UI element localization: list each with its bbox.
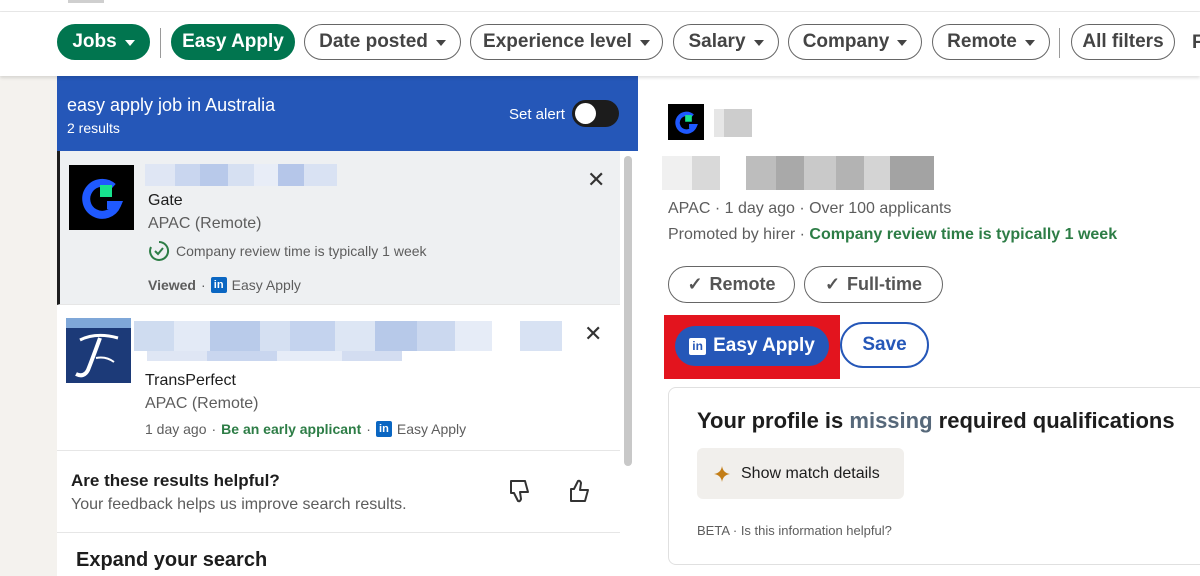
filter-easy-apply-button[interactable]: Easy Apply bbox=[171, 24, 295, 60]
review-time-note: Company review time is typically 1 week bbox=[148, 240, 427, 262]
filter-bar: Jobs Easy Apply Date posted Experience l… bbox=[0, 12, 1200, 76]
job-detail-meta: APAC · 1 day ago · Over 100 applicants bbox=[668, 200, 952, 217]
meta-separator: · bbox=[366, 421, 371, 437]
dismiss-job-button[interactable]: ✕ bbox=[584, 323, 602, 345]
toggle-knob bbox=[575, 103, 596, 124]
job-list-panel: easy apply job in Australia 2 results Se… bbox=[57, 76, 638, 576]
tag-remote: ✓ Remote bbox=[668, 266, 795, 303]
caret-down-icon bbox=[124, 40, 135, 46]
linkedin-icon: in bbox=[375, 421, 392, 437]
filter-label: Easy Apply bbox=[182, 31, 284, 52]
easy-apply-tag: Easy Apply bbox=[396, 421, 467, 437]
job-meta: Viewed · in Easy Apply bbox=[148, 277, 301, 293]
filter-experience-level-button[interactable]: Experience level bbox=[470, 24, 663, 60]
early-applicant-note: Be an early applicant bbox=[221, 421, 362, 437]
expand-search-title: Expand your search bbox=[76, 549, 268, 571]
caret-down-icon bbox=[897, 40, 908, 46]
caret-down-icon bbox=[1024, 40, 1035, 46]
save-button[interactable]: Save bbox=[840, 322, 929, 368]
check-circle-icon bbox=[149, 240, 170, 261]
job-meta: 1 day ago · Be an early applicant · in E… bbox=[145, 421, 466, 437]
filter-label: Company bbox=[802, 31, 890, 52]
beta-feedback[interactable]: BETA · Is this information helpful? bbox=[697, 523, 892, 538]
redacted-job-subtitle bbox=[147, 351, 402, 361]
company-logo bbox=[668, 104, 704, 140]
filter-label: Jobs bbox=[72, 31, 117, 52]
redacted-company-name bbox=[714, 109, 752, 137]
tag-label: Remote bbox=[709, 274, 776, 294]
redacted-job-title bbox=[134, 321, 562, 351]
redacted-job-title bbox=[662, 156, 934, 190]
filter-salary-button[interactable]: Salary bbox=[673, 24, 779, 60]
job-card-gate[interactable]: Gate APAC (Remote) Company review time i… bbox=[57, 151, 620, 305]
results-feedback: Are these results helpful? Your feedback… bbox=[57, 451, 620, 533]
results-count: 2 results bbox=[67, 120, 120, 136]
all-filters-button[interactable]: All filters bbox=[1071, 24, 1175, 60]
review-time-note: Company review time is typically 1 week bbox=[809, 226, 1118, 243]
transperfect-logo bbox=[66, 318, 131, 383]
sparkle-icon bbox=[714, 465, 730, 482]
job-detail-panel: APAC · 1 day ago · Over 100 applicants P… bbox=[638, 76, 1200, 576]
tag-full-time: ✓ Full-time bbox=[804, 266, 943, 303]
thumbs-down-icon[interactable] bbox=[505, 477, 533, 505]
posted-time: 1 day ago bbox=[145, 421, 207, 437]
caret-down-icon bbox=[435, 40, 446, 46]
filter-divider bbox=[160, 28, 161, 58]
set-alert-label: Set alert bbox=[509, 106, 565, 123]
feedback-subtitle: Your feedback helps us improve search re… bbox=[71, 496, 407, 513]
promoted-line: Promoted by hirer · Company review time … bbox=[668, 226, 1117, 244]
company-name: TransPerfect bbox=[145, 372, 236, 389]
match-details-label: Show match details bbox=[741, 464, 880, 482]
filter-jobs-button[interactable]: Jobs bbox=[57, 24, 150, 60]
filter-company-button[interactable]: Company bbox=[788, 24, 922, 60]
linkedin-icon: in bbox=[689, 337, 707, 355]
caret-down-icon bbox=[639, 40, 650, 46]
easy-apply-button[interactable]: in Easy Apply bbox=[675, 326, 829, 366]
qual-title-part: Your profile is bbox=[697, 408, 850, 433]
qualifications-card: Your profile is missing required qualifi… bbox=[668, 387, 1200, 565]
job-location: APAC (Remote) bbox=[145, 395, 259, 412]
job-card-transperfect[interactable]: TransPerfect APAC (Remote) 1 day ago · B… bbox=[57, 305, 620, 451]
nav-stub bbox=[68, 0, 104, 3]
caret-down-icon bbox=[753, 40, 764, 46]
filter-remote-button[interactable]: Remote bbox=[932, 24, 1050, 60]
redacted-job-title bbox=[145, 164, 337, 186]
check-icon: ✓ bbox=[824, 274, 841, 294]
easy-apply-label: Easy Apply bbox=[713, 335, 815, 356]
filter-overflow-text: F bbox=[1192, 32, 1200, 53]
meta-separator: · bbox=[201, 277, 206, 293]
company-name: Gate bbox=[148, 192, 183, 209]
qual-title-missing: missing bbox=[849, 408, 933, 433]
check-icon: ✓ bbox=[687, 274, 703, 294]
thumbs-up-icon[interactable] bbox=[565, 477, 593, 505]
set-alert-toggle[interactable] bbox=[572, 100, 619, 127]
filter-divider bbox=[1059, 28, 1060, 58]
show-match-details-button[interactable]: Show match details bbox=[697, 448, 904, 499]
viewed-status: Viewed bbox=[148, 277, 196, 293]
job-location: APAC (Remote) bbox=[148, 215, 262, 232]
linkedin-icon: in bbox=[210, 277, 227, 293]
easy-apply-tag: Easy Apply bbox=[231, 277, 301, 293]
filter-label: Date posted bbox=[319, 31, 428, 52]
filter-date-posted-button[interactable]: Date posted bbox=[304, 24, 461, 60]
dismiss-job-button[interactable]: ✕ bbox=[587, 169, 605, 191]
filter-label: Experience level bbox=[483, 31, 632, 52]
promoted-by-hirer: Promoted by hirer · bbox=[668, 226, 810, 243]
gate-logo bbox=[69, 165, 134, 230]
tag-label: Full-time bbox=[847, 274, 923, 294]
top-nav-strip bbox=[0, 0, 1200, 12]
filter-label: Remote bbox=[947, 31, 1017, 52]
qualifications-title: Your profile is missing required qualifi… bbox=[697, 408, 1175, 434]
filter-label: All filters bbox=[1082, 31, 1164, 52]
search-query-title: easy apply job in Australia bbox=[67, 95, 276, 115]
feedback-title: Are these results helpful? bbox=[71, 471, 280, 490]
filter-label: Salary bbox=[688, 31, 746, 52]
meta-separator: · bbox=[211, 421, 217, 437]
qual-title-part: required qualifications bbox=[932, 408, 1175, 433]
search-results-header: easy apply job in Australia 2 results Se… bbox=[57, 76, 638, 151]
job-list-scrollbar[interactable] bbox=[624, 156, 632, 466]
review-note-text: Company review time is typically 1 week bbox=[176, 243, 427, 259]
